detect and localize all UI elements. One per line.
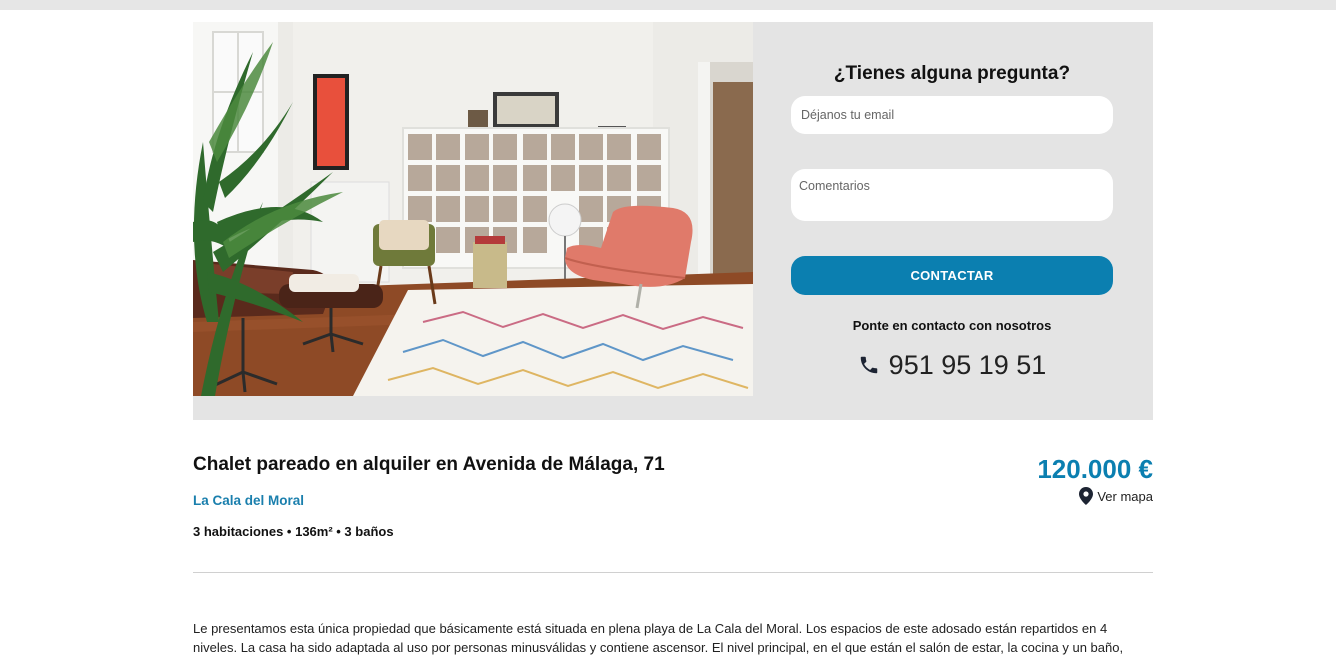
phone-icon [858, 354, 880, 376]
top-bar [0, 0, 1336, 10]
contact-label: Ponte en contacto con nosotros [852, 318, 1052, 333]
phone-row[interactable]: 951 95 19 51 [791, 348, 1113, 382]
email-input[interactable] [791, 96, 1113, 134]
listing-title: Chalet pareado en alquiler en Avenida de… [193, 454, 665, 475]
location-link[interactable]: La Cala del Moral [193, 493, 304, 508]
listing-description: Le presentamos esta única propiedad que … [193, 621, 1124, 655]
listing-price: 120.000 € [1037, 454, 1153, 484]
hero-section: ¿Tienes alguna pregunta? CONTACTAR Ponte… [193, 22, 1153, 420]
contact-button[interactable]: CONTACTAR [791, 256, 1113, 295]
comments-input[interactable] [791, 169, 1113, 221]
listing-features: 3 habitaciones • 136m² • 3 baños [193, 524, 394, 539]
contact-form: ¿Tienes alguna pregunta? CONTACTAR Ponte… [791, 22, 1113, 420]
contact-form-title: ¿Tienes alguna pregunta? [833, 63, 1071, 84]
map-link-label: Ver mapa [1097, 488, 1153, 504]
section-divider [193, 572, 1153, 573]
property-photo [193, 22, 753, 396]
map-link[interactable]: Ver mapa [1079, 487, 1153, 505]
map-pin-icon [1079, 487, 1094, 505]
phone-number: 951 95 19 51 [888, 349, 1047, 380]
